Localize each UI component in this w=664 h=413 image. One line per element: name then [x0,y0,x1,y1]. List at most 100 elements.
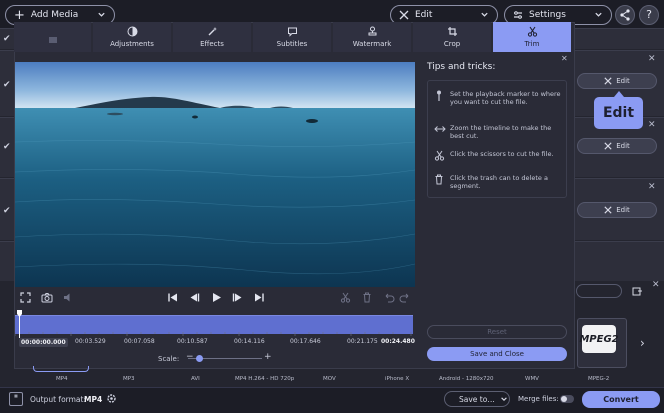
export-icon[interactable] [632,286,643,297]
tip-text: Set the playback marker to where you wan… [450,90,561,107]
tab-video[interactable] [14,22,91,52]
magic-wand-icon [207,26,218,37]
checkbox-icon[interactable]: ✔ [3,142,13,152]
tab-trim[interactable]: Trim [493,22,571,52]
row-edit-label: Edit [616,77,630,85]
tips-panel: Tips and tricks: [427,62,572,82]
save-to-dropdown[interactable]: Save to… [444,391,510,407]
volume-icon[interactable] [63,292,75,303]
tab-label: Trim [524,40,540,48]
tip-item: Click the trash can to delete a segment. [434,174,562,190]
tools-icon [604,142,612,150]
share-icon [616,6,634,24]
prev-frame-icon[interactable] [189,292,200,303]
chevron-down-icon [500,395,508,403]
output-format-value[interactable]: MP4 [84,395,102,404]
tip-item: Zoom the timeline to make the best cut. [434,124,562,140]
scissors-icon [527,26,538,37]
tab-crop[interactable]: Crop [413,22,491,52]
skip-end-icon[interactable] [254,292,265,303]
timeline-label: 00:21.175 [347,338,378,345]
timeline-label: 00:07.058 [124,338,155,345]
camera-icon[interactable] [41,292,53,303]
playback-marker[interactable] [17,310,22,338]
tools-icon [604,206,612,214]
timeline-label: 00:17.646 [290,338,321,345]
redo-icon[interactable] [399,292,411,303]
chevron-down-icon [480,10,489,19]
tab-label: Crop [443,40,461,48]
add-media-label: Add Media [30,10,79,20]
timeline-label: 00:00:00.000 [19,338,68,347]
scale-label: Scale: [158,355,180,363]
tab-watermark[interactable]: Watermark [333,22,411,52]
close-icon[interactable]: ✕ [648,120,656,130]
convert-button[interactable]: Convert [582,391,660,408]
merge-files-label: Merge files: [518,395,559,403]
trash-icon[interactable] [362,292,372,303]
chevron-right-icon[interactable]: › [640,336,645,350]
checkbox-icon[interactable]: ✔ [3,34,13,44]
crop-icon [447,26,458,37]
zoom-in-icon[interactable]: + [264,352,272,362]
format-search-input[interactable] [576,284,622,298]
save-to-label: Save to… [459,394,495,404]
format-label[interactable]: MP4 H.264 - HD 720p [235,376,294,382]
share-button[interactable] [615,5,635,25]
zoom-out-icon[interactable]: − [186,352,194,362]
edit-tooltip: Edit [594,97,643,129]
help-button[interactable]: ? [639,5,659,25]
checkbox-icon[interactable]: ✔ [3,80,13,90]
format-label[interactable]: AVI [191,376,200,382]
settings-dropdown-label: Settings [529,10,566,20]
zoom-arrows-icon [434,124,446,140]
speech-bubble-icon [287,26,298,37]
video-preview[interactable] [15,62,415,287]
row-edit-button[interactable]: Edit [577,138,657,154]
row-edit-button[interactable]: Edit [577,73,657,89]
selected-format-indicator [33,366,89,372]
save-and-close-button[interactable]: Save and Close [427,347,567,361]
player-controls [15,289,415,309]
close-icon[interactable]: ✕ [652,280,660,290]
gear-icon[interactable] [106,393,117,404]
tab-effects[interactable]: Effects [173,22,251,52]
scissors-icon[interactable] [340,292,351,303]
row-edit-button[interactable]: Edit [577,202,657,218]
format-label[interactable]: Android - 1280x720 [439,376,494,382]
tab-adjustments[interactable]: Adjustments [93,22,171,52]
timeline-ruler [15,332,413,336]
tools-icon [399,10,409,20]
format-label[interactable]: WMV [525,376,539,382]
tip-text: Click the trash can to delete a segment. [450,174,548,191]
next-frame-icon[interactable] [232,292,243,303]
format-label[interactable]: MOV [323,376,336,382]
checkbox-icon[interactable]: ✔ [3,206,13,216]
close-icon[interactable]: ✕ [648,182,656,192]
output-format-label: Output format: [30,395,86,404]
marker-icon [434,90,446,106]
tab-label: Subtitles [276,40,308,48]
merge-files-toggle[interactable] [560,395,574,403]
tools-icon [604,77,612,85]
scale-slider-handle[interactable] [196,355,203,362]
fullscreen-icon[interactable] [20,292,31,303]
mpeg2-logo: MPEG2 [579,325,619,353]
format-label[interactable]: MP4 [56,376,68,382]
close-icon[interactable]: ✕ [648,54,656,64]
output-format-icon[interactable]: ▦ [9,392,23,406]
tip-text: Click the scissors to cut the file. [450,150,554,158]
format-label[interactable]: MP3 [123,376,135,382]
scissors-icon [434,150,446,161]
trash-icon [434,174,446,190]
reset-button[interactable]: Reset [427,325,567,339]
timeline-label: 00:10.587 [177,338,208,345]
skip-start-icon[interactable] [167,292,178,303]
format-label[interactable]: iPhone X [385,376,409,382]
tab-subtitles[interactable]: Subtitles [253,22,331,52]
undo-icon[interactable] [383,292,395,303]
tip-item: Set the playback marker to where you wan… [434,90,562,106]
play-icon[interactable] [211,292,222,303]
tab-label: Adjustments [110,40,154,48]
format-label[interactable]: MPEG-2 [588,376,609,382]
